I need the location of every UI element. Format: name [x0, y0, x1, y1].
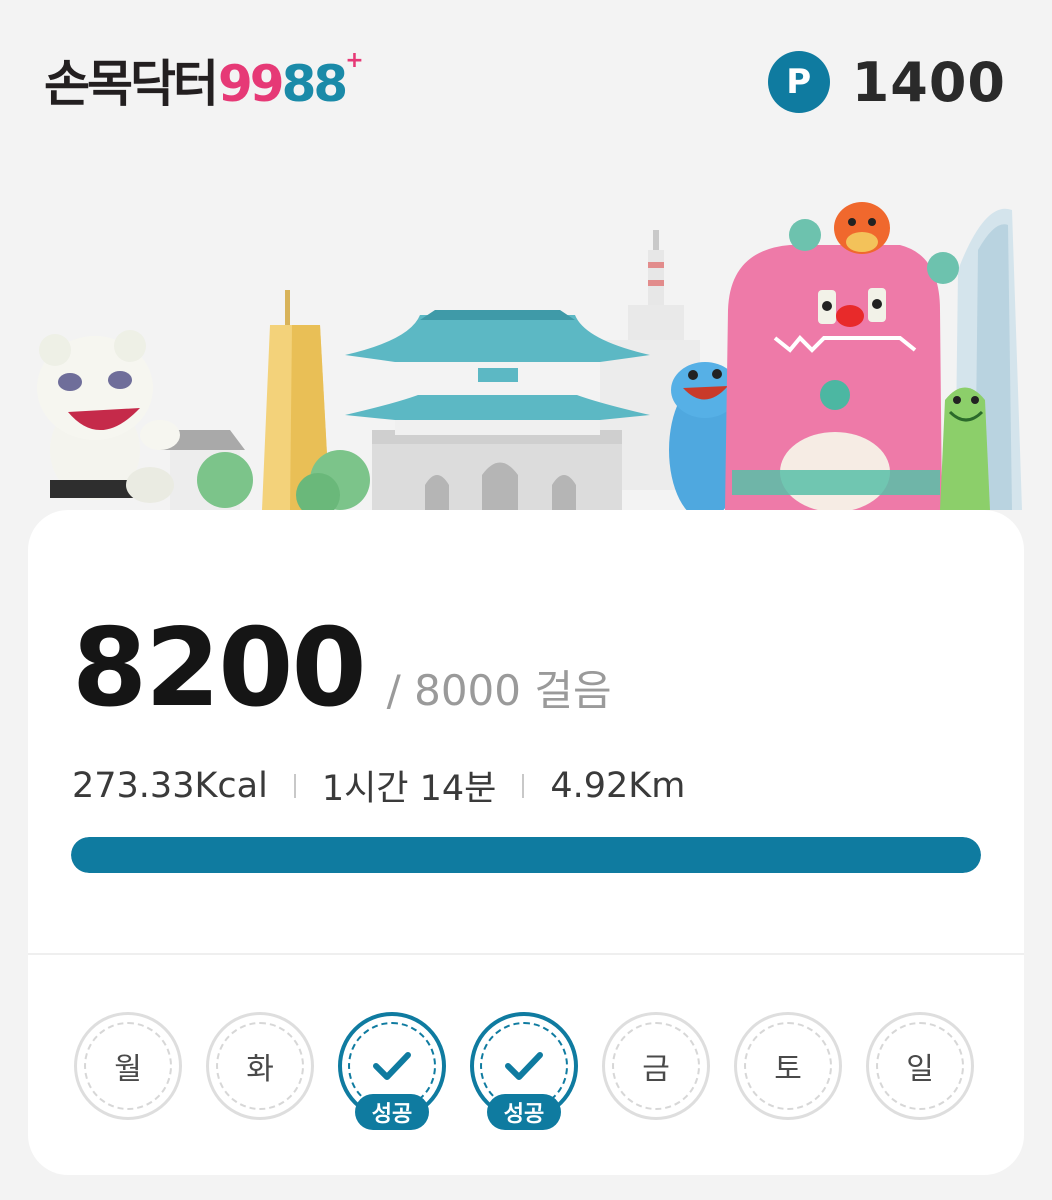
- tiger-mascot-icon: [37, 330, 180, 503]
- logo-plus: +: [345, 48, 364, 73]
- day-status-6[interactable]: 일: [866, 1012, 974, 1120]
- orange-bird-mascot-icon: [834, 202, 890, 254]
- pink-monster-mascot-icon: [725, 219, 959, 512]
- day-label: 화: [216, 1022, 304, 1110]
- duration-value: 1시간 14분: [321, 769, 497, 809]
- day-label: 월: [84, 1022, 172, 1110]
- card-divider: [28, 953, 1024, 955]
- city-illustration: [0, 150, 1052, 530]
- steps-count: 8200: [72, 606, 367, 731]
- points-display[interactable]: P 1400: [767, 50, 1006, 114]
- day-ring: 금: [602, 1012, 710, 1120]
- stat-divider: [522, 773, 525, 798]
- day-ring: 일: [866, 1012, 974, 1120]
- app-logo: 손목닥터 9988 +: [44, 44, 364, 114]
- day-status-1[interactable]: 화: [206, 1012, 314, 1120]
- app-header: 손목닥터 9988 + P 1400: [0, 0, 1052, 150]
- steps-row: 8200 / 8000 걸음: [72, 606, 612, 731]
- step-progress-bar: [71, 837, 981, 873]
- seoul-landmarks-illustration: [37, 202, 1022, 520]
- logo-number: 9988: [218, 55, 348, 113]
- day-ring: 토: [734, 1012, 842, 1120]
- success-badge: 성공: [487, 1094, 561, 1130]
- step-progress-fill: [71, 837, 981, 873]
- distance-value: 4.92Km: [550, 765, 686, 806]
- points-icon: P: [767, 51, 830, 113]
- day-status-2[interactable]: 성공: [338, 1012, 446, 1130]
- day-status-3[interactable]: 성공: [470, 1012, 578, 1130]
- day-ring: 월: [74, 1012, 182, 1120]
- steps-goal: / 8000 걸음: [386, 666, 612, 715]
- day-status-4[interactable]: 금: [602, 1012, 710, 1120]
- step-summary-card[interactable]: 8200 / 8000 걸음 273.33Kcal 1시간 14분 4.92Km…: [28, 510, 1024, 1175]
- green-monster-mascot-icon: [940, 387, 990, 510]
- logo-text: 손목닥터: [44, 55, 219, 113]
- day-label: 토: [744, 1022, 832, 1110]
- day-label: 일: [876, 1022, 964, 1110]
- day-ring: 화: [206, 1012, 314, 1120]
- day-status-0[interactable]: 월: [74, 1012, 182, 1120]
- weekly-status-row: 월 화성공 성공 금 토 일: [74, 1012, 980, 1142]
- day-status-5[interactable]: 토: [734, 1012, 842, 1120]
- stat-divider: [293, 773, 296, 798]
- activity-stats: 273.33Kcal 1시간 14분 4.92Km: [72, 760, 685, 811]
- success-badge: 성공: [355, 1094, 429, 1130]
- points-value: 1400: [851, 50, 1006, 114]
- calories-value: 273.33Kcal: [72, 765, 268, 806]
- day-label: 금: [612, 1022, 700, 1110]
